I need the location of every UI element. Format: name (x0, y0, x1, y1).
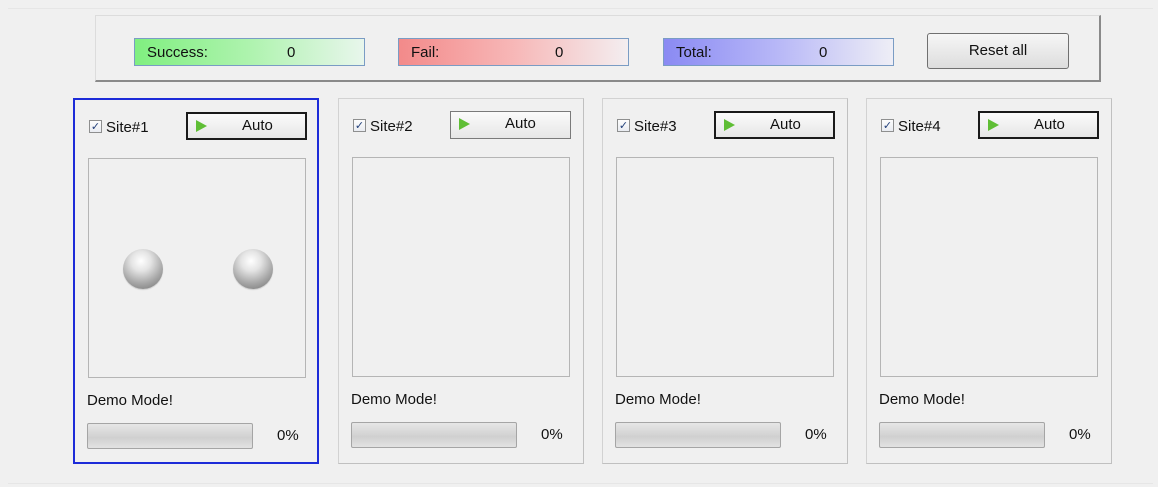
site-2-auto-label: Auto (505, 115, 536, 132)
site-1-auto-button[interactable]: Auto (186, 112, 307, 140)
site-4-display (880, 157, 1098, 377)
fail-label: Fail: (411, 44, 440, 61)
site-2-label: Site#2 (370, 118, 413, 135)
site-panel-1: ✓ Site#1 Auto Demo Mode! 0% (73, 98, 319, 464)
site-1-progress-text: 0% (277, 427, 299, 444)
site-4-mode: Demo Mode! (879, 391, 965, 408)
site-3-label: Site#3 (634, 118, 677, 135)
site-3-mode: Demo Mode! (615, 391, 701, 408)
site-3-checkbox[interactable]: ✓ (617, 119, 630, 132)
total-counter: Total: 0 (663, 38, 894, 66)
site-1-mode: Demo Mode! (87, 392, 173, 409)
counter-panel: Success: 0 Fail: 0 Total: 0 Reset all (95, 15, 1101, 82)
site-2-display (352, 157, 570, 377)
play-icon (196, 120, 207, 132)
site-panel-2: ✓ Site#2 Auto Demo Mode! 0% (338, 98, 584, 464)
site-4-auto-button[interactable]: Auto (978, 111, 1099, 139)
site-4-label: Site#4 (898, 118, 941, 135)
site-2-checkbox[interactable]: ✓ (353, 119, 366, 132)
fail-value: 0 (555, 44, 564, 61)
site-1-label: Site#1 (106, 119, 149, 136)
success-counter: Success: 0 (134, 38, 365, 66)
site-1-checkbox[interactable]: ✓ (89, 120, 102, 133)
led-indicator-icon (123, 249, 163, 289)
site-3-progress-bar (615, 422, 781, 448)
site-4-progress-text: 0% (1069, 426, 1091, 443)
site-3-display (616, 157, 834, 377)
site-1-display (88, 158, 306, 378)
site-3-auto-button[interactable]: Auto (714, 111, 835, 139)
fail-counter: Fail: 0 (398, 38, 629, 66)
play-icon (988, 119, 999, 131)
site-4-checkbox[interactable]: ✓ (881, 119, 894, 132)
led-indicator-icon (233, 249, 273, 289)
play-icon (724, 119, 735, 131)
site-2-progress-bar (351, 422, 517, 448)
site-3-progress-text: 0% (805, 426, 827, 443)
total-value: 0 (819, 44, 828, 61)
site-1-progress-bar (87, 423, 253, 449)
site-3-auto-label: Auto (770, 116, 801, 133)
reset-all-button[interactable]: Reset all (927, 33, 1069, 69)
site-4-auto-label: Auto (1034, 116, 1065, 133)
site-panel-4: ✓ Site#4 Auto Demo Mode! 0% (866, 98, 1112, 464)
site-2-mode: Demo Mode! (351, 391, 437, 408)
total-label: Total: (676, 44, 712, 61)
site-2-progress-text: 0% (541, 426, 563, 443)
site-panel-3: ✓ Site#3 Auto Demo Mode! 0% (602, 98, 848, 464)
site-2-auto-button[interactable]: Auto (450, 111, 571, 139)
site-1-auto-label: Auto (242, 117, 273, 134)
site-4-progress-bar (879, 422, 1045, 448)
success-label: Success: (147, 44, 208, 61)
play-icon (459, 118, 470, 130)
success-value: 0 (287, 44, 296, 61)
